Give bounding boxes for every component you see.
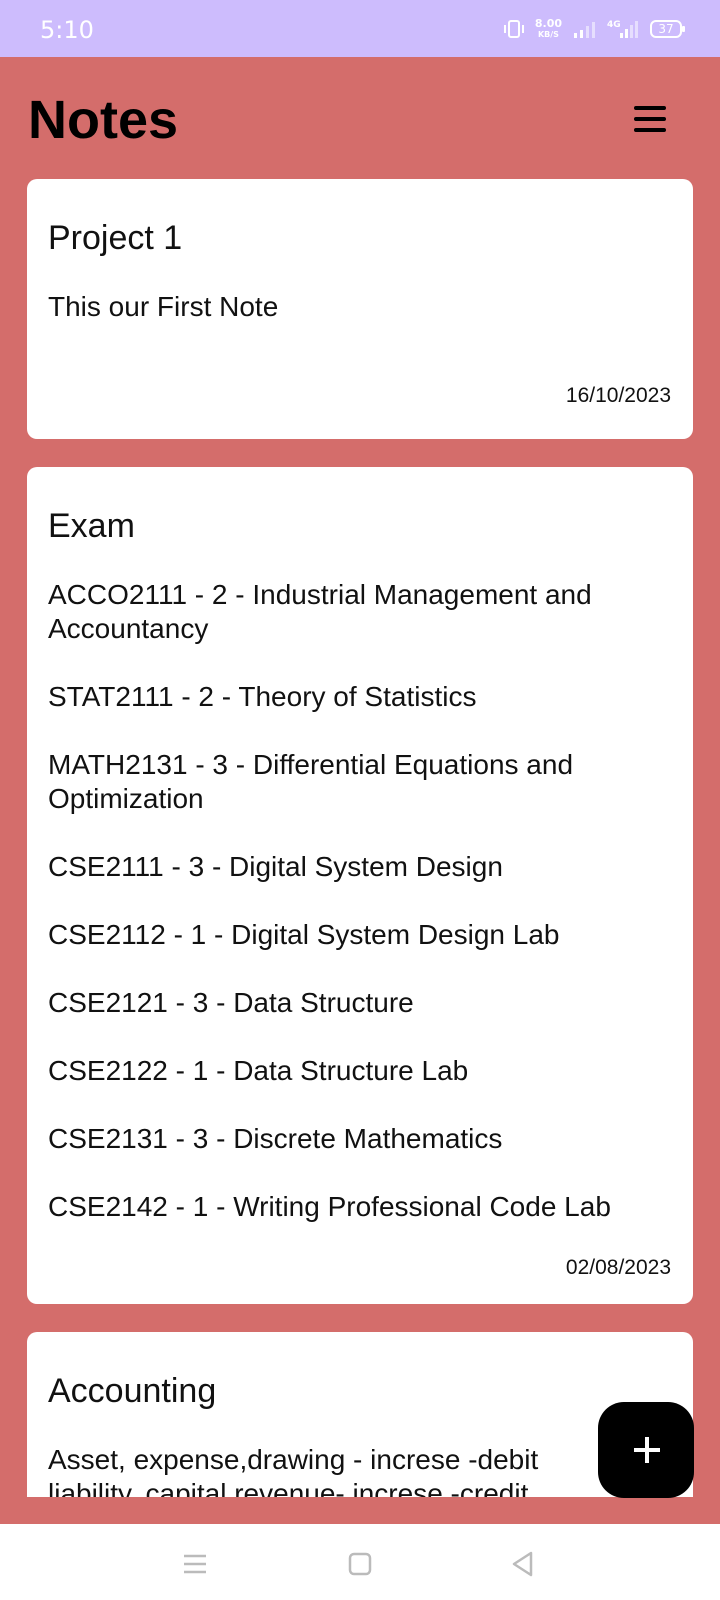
note-line: CSE2122 - 1 - Data Structure Lab — [48, 1055, 469, 1086]
notes-list[interactable]: Project 1 This our First Note 16/10/2023… — [27, 179, 693, 1497]
note-line: Asset, expense,drawing - increse -debit — [48, 1444, 539, 1475]
battery-icon: 37 — [650, 20, 685, 38]
note-line: STAT2111 - 2 - Theory of Statistics — [48, 681, 477, 712]
net-speed: 8.00 KB/S — [535, 18, 562, 40]
app-header: Notes — [0, 57, 720, 179]
add-note-button[interactable] — [598, 1402, 694, 1498]
back-icon[interactable] — [503, 1544, 543, 1584]
note-card[interactable]: Accounting Asset, expense,drawing - incr… — [27, 1332, 693, 1497]
note-line: CSE2121 - 3 - Data Structure — [48, 987, 414, 1018]
system-nav-bar — [0, 1524, 720, 1600]
network-label: 4G — [607, 20, 621, 30]
battery-level: 37 — [658, 22, 674, 36]
note-card[interactable]: Project 1 This our First Note 16/10/2023 — [27, 179, 693, 439]
note-title: Project 1 — [48, 219, 183, 257]
status-icons: 8.00 KB/S 4G 37 — [503, 14, 685, 44]
signal-4g-icon: 4G — [606, 18, 640, 40]
note-line: CSE2112 - 1 - Digital System Design Lab — [48, 919, 560, 950]
status-bar: 5:10 8.00 KB/S 4G 37 — [0, 0, 720, 57]
note-line: This our First Note — [48, 291, 279, 322]
note-card[interactable]: Exam ACCO2111 - 2 - Industrial Managemen… — [27, 467, 693, 1304]
note-body: Asset, expense,drawing - increse -debit … — [48, 1443, 668, 1497]
note-line: liability, capital,revenue- increse -cre… — [48, 1478, 529, 1497]
note-body: ACCO2111 - 2 - Industrial Management and… — [48, 578, 668, 1258]
note-title: Exam — [48, 507, 135, 545]
note-date: 02/08/2023 — [565, 1256, 671, 1279]
note-date: 16/10/2023 — [565, 384, 671, 407]
page-title: Notes — [28, 90, 179, 150]
status-time: 5:10 — [40, 16, 94, 44]
note-line: CSE2142 - 1 - Writing Professional Code … — [48, 1191, 611, 1222]
note-title: Accounting — [48, 1372, 217, 1410]
recents-icon[interactable] — [175, 1544, 215, 1584]
vibrate-icon — [503, 18, 525, 40]
home-icon[interactable] — [340, 1544, 380, 1584]
note-body: This our First Note — [48, 290, 668, 324]
hamburger-menu-icon[interactable] — [632, 106, 672, 140]
net-speed-unit: KB/S — [537, 30, 559, 39]
note-line: MATH2131 - 3 - Differential Equations an… — [48, 749, 574, 814]
signal-icon — [572, 18, 596, 40]
note-line: ACCO2111 - 2 - Industrial Management and… — [48, 579, 592, 644]
note-line: CSE2111 - 3 - Digital System Design — [48, 851, 503, 882]
note-line: CSE2131 - 3 - Discrete Mathematics — [48, 1123, 503, 1154]
